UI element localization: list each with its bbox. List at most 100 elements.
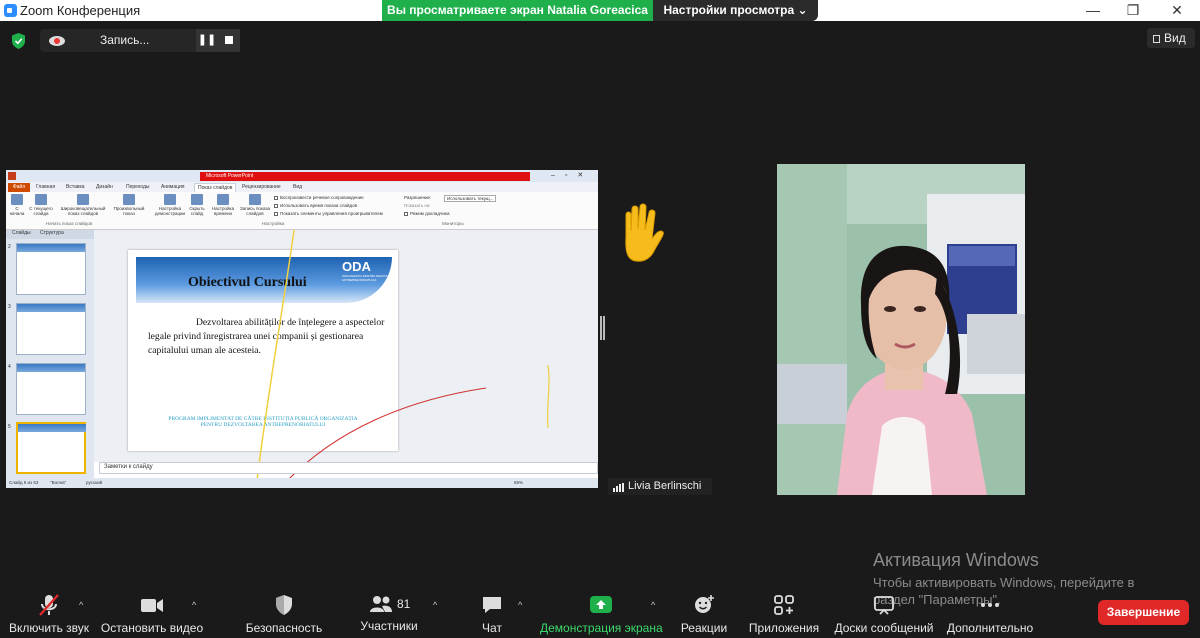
unmute-button[interactable]: Включить звук <box>4 590 94 636</box>
view-options-button[interactable]: Настройки просмотра ⌄ <box>653 0 818 21</box>
record-icon <box>249 194 261 205</box>
ppt-narration-check[interactable]: Воспроизвести речевое сопровождение <box>274 195 364 200</box>
ppt-tab-slideshow[interactable]: Показ слайдов <box>194 183 237 192</box>
slide-thumbnail[interactable] <box>16 363 86 415</box>
custom-show-icon <box>123 194 135 205</box>
video-options-chevron-icon[interactable]: ^ <box>192 600 196 610</box>
slide-body-text: Dezvoltarea abilităților de înțelegere a… <box>148 317 385 356</box>
slide-thumbnail[interactable] <box>16 303 86 355</box>
ppt-broadcast-button[interactable]: Широковещательный показ слайдов <box>56 194 110 216</box>
stop-video-button[interactable]: Остановить видео <box>100 590 204 636</box>
more-button[interactable]: Дополнительно <box>944 590 1036 636</box>
slideshow-icon <box>11 194 23 205</box>
encryption-shield-icon[interactable] <box>10 32 27 50</box>
pause-recording-button[interactable]: ❚❚ <box>196 29 218 52</box>
ppt-pane-tabs: Слайды Структура <box>6 230 94 239</box>
panel-divider-handle[interactable] <box>600 316 605 340</box>
unmute-label: Включить звук <box>8 621 90 635</box>
participants-icon-group: 81 <box>352 593 426 617</box>
ppt-window-title: Microsoft PowerPoint <box>200 172 530 181</box>
smiley-icon <box>695 595 714 613</box>
participants-icon <box>369 596 392 612</box>
ppt-outline-tab[interactable]: Структура <box>40 230 64 236</box>
ppt-tab-insert[interactable]: Вставка <box>66 183 85 192</box>
ppt-tab-home[interactable]: Главная <box>36 183 55 192</box>
ppt-setup-button[interactable]: Настройка демонстрации <box>154 194 186 216</box>
ppt-show-on-label: Показать на: <box>404 203 431 208</box>
ppt-presenter-view-check[interactable]: Режим докладчика <box>404 211 449 216</box>
chat-label: Чат <box>482 621 502 635</box>
powerpoint-icon <box>8 172 16 180</box>
share-screen-arrow-icon <box>590 596 612 613</box>
stop-recording-button[interactable] <box>218 29 240 52</box>
setup-icon <box>164 194 176 205</box>
ppt-from-start-button[interactable]: С начала <box>8 194 26 216</box>
hide-slide-icon <box>191 194 203 205</box>
ppt-tab-animation[interactable]: Анимация <box>161 183 184 192</box>
window-title: Zoom Конференция <box>20 3 141 18</box>
slide-footer-line2: PENTRU DEZVOLTAREA ANTREPRENORIATULUI <box>200 422 326 428</box>
ppt-slides-tab[interactable]: Слайды <box>12 230 31 236</box>
timer-icon <box>217 194 229 205</box>
microphone-muted-icon <box>39 594 59 616</box>
slide-thumbnail-selected[interactable] <box>16 422 86 474</box>
slide-number: 4 <box>8 364 11 370</box>
ppt-record-button[interactable]: Запись показа слайдов <box>238 194 272 216</box>
speaker-name: Livia Berlinschi <box>628 480 702 492</box>
chat-chevron-icon[interactable]: ^ <box>518 600 522 610</box>
ppt-custom-show-button[interactable]: Произвольный показ <box>110 194 148 216</box>
participants-count: 81 <box>396 597 411 611</box>
raised-hand-icon <box>625 203 664 262</box>
ppt-resolution-label: Разрешение: <box>404 195 432 200</box>
ppt-tab-view[interactable]: Вид <box>293 183 302 192</box>
ppt-tab-transitions[interactable]: Переходы <box>126 183 149 192</box>
participants-chevron-icon[interactable]: ^ <box>433 600 437 610</box>
ppt-hide-slide-button[interactable]: Скрыть слайд <box>186 194 208 216</box>
chat-button[interactable]: Чат <box>470 590 514 636</box>
participants-button[interactable]: 81 Участники <box>352 590 426 636</box>
zoom-logo-icon <box>4 4 17 17</box>
ppt-slide-count: Слайд 5 из 53 <box>9 480 39 485</box>
ppt-notes-field[interactable]: Заметки к слайду <box>99 462 598 474</box>
ppt-tab-design[interactable]: Дизайн <box>96 183 113 192</box>
speaker-name-tag: Livia Berlinschi <box>608 478 712 495</box>
view-grid-icon <box>1153 35 1160 43</box>
share-screen-button[interactable]: Демонстрация экрана <box>540 590 663 636</box>
share-options-chevron-icon[interactable]: ^ <box>651 600 655 610</box>
security-label: Безопасность <box>245 621 323 635</box>
ppt-timings-check[interactable]: Использовать время показа слайдов <box>274 203 357 208</box>
current-slide[interactable]: ODA ORGANIZAȚIA PENTRU DEZVOLTAREA ANTRE… <box>128 250 398 451</box>
oda-logo-subtitle: ORGANIZAȚIA PENTRU DEZVOLTAREA ANTREPREN… <box>342 274 398 282</box>
ppt-controls-check[interactable]: Показать элементы управления проигрывате… <box>274 211 383 216</box>
ppt-rehearse-button[interactable]: Настройка времени <box>209 194 237 216</box>
ppt-from-current-button[interactable]: С текущего слайда <box>28 194 54 216</box>
participant-video[interactable] <box>777 164 1025 495</box>
slide-thumbnail[interactable] <box>16 243 86 295</box>
shared-screen[interactable]: Microsoft PowerPoint –▫✕ Файл Главная Вс… <box>6 170 598 488</box>
recording-label: Запись... <box>100 33 150 47</box>
ppt-ribbon-tabs: Файл Главная Вставка Дизайн Переходы Ани… <box>6 182 598 192</box>
apps-button[interactable]: Приложения <box>746 590 822 636</box>
more-label: Дополнительно <box>946 621 1034 635</box>
ppt-tab-file[interactable]: Файл <box>8 183 30 192</box>
ppt-window-controls: –▫✕ <box>551 172 594 179</box>
ppt-tab-review[interactable]: Рецензирование <box>242 183 281 192</box>
ppt-slides-pane: Слайды Структура 2 3 4 5 <box>6 230 94 478</box>
whiteboards-button[interactable]: Доски сообщений <box>832 590 936 636</box>
reactions-button[interactable]: Реакции <box>678 590 730 636</box>
apps-grid-icon <box>774 595 794 615</box>
security-button[interactable]: Безопасность <box>242 590 326 636</box>
audio-options-chevron-icon[interactable]: ^ <box>79 600 83 610</box>
restore-button[interactable]: ❐ <box>1110 0 1156 21</box>
close-button[interactable]: ✕ <box>1154 0 1200 21</box>
slideshow-icon <box>35 194 47 205</box>
zoom-meeting-window: Zoom Конференция — ❐ ✕ Вы просматриваете… <box>0 0 1200 638</box>
participants-label: Участники <box>360 619 418 633</box>
ppt-resolution-select[interactable]: Использовать текущ... <box>444 195 497 202</box>
ppt-group-monitors: Мониторы <box>442 221 464 226</box>
ppt-group-start: Начать показ слайдов <box>46 221 93 226</box>
end-meeting-button[interactable]: Завершение <box>1098 600 1189 625</box>
ppt-status-bar: Слайд 5 из 53 "Волна" русский 65% <box>6 478 598 488</box>
view-button[interactable]: Вид <box>1147 28 1195 48</box>
screen-share-banner: Вы просматриваете экран Natalia Goreacic… <box>382 0 653 21</box>
